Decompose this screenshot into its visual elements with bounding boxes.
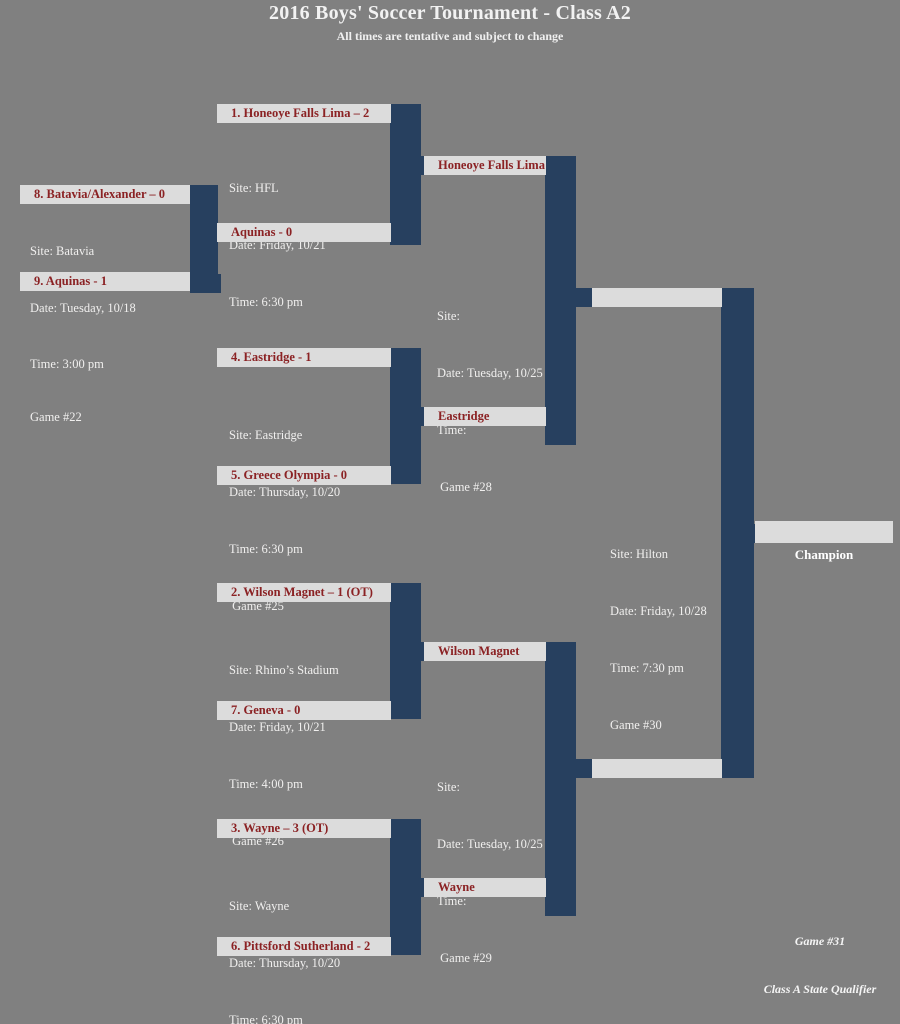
info-site: Site: bbox=[437, 309, 460, 323]
info-time: Time: 6:30 pm bbox=[229, 1013, 303, 1024]
info-game24: Site: HFL Date: Friday, 10/21 Time: 6:30… bbox=[229, 141, 326, 407]
slot-game27-top[interactable]: 3. Wayne – 3 (OT) bbox=[217, 819, 391, 838]
connector-game22-out bbox=[190, 274, 221, 293]
info-date: Date: Tuesday, 10/25 bbox=[437, 837, 543, 851]
champion-label: Champion bbox=[794, 547, 854, 562]
connector-game29-vertical bbox=[545, 642, 576, 916]
footer-qualifier: Class A State Qualifier bbox=[763, 982, 877, 996]
slot-game22-top[interactable]: 8. Batavia/Alexander – 0 bbox=[20, 185, 190, 204]
info-game: Game #29 bbox=[437, 951, 492, 965]
slot-game29-bottom[interactable]: Wayne bbox=[424, 878, 546, 897]
footer-game: Game #31 bbox=[794, 934, 846, 948]
info-date: Date: Friday, 10/21 bbox=[229, 720, 326, 734]
info-time: Time: 4:00 pm bbox=[229, 777, 303, 791]
slot-game22-bottom[interactable]: 9. Aquinas - 1 bbox=[20, 272, 190, 291]
info-game: Game #28 bbox=[437, 480, 492, 494]
page-subtitle: All times are tentative and subject to c… bbox=[336, 29, 564, 43]
slot-game25-bottom[interactable]: 5. Greece Olympia - 0 bbox=[217, 466, 391, 485]
info-game28: Site: Date: Tuesday, 10/25 Time: Game #2… bbox=[437, 269, 543, 535]
info-site: Site: Eastridge bbox=[229, 428, 303, 442]
slot-final-top[interactable] bbox=[592, 288, 722, 307]
info-date: Date: Thursday, 10/20 bbox=[229, 956, 341, 970]
slot-game26-top[interactable]: 2. Wilson Magnet – 1 (OT) bbox=[217, 583, 391, 602]
slot-game27-bottom[interactable]: 6. Pittsford Sutherland - 2 bbox=[217, 937, 391, 956]
info-game22: Site: Batavia Date: Tuesday, 10/18 Time:… bbox=[30, 204, 136, 463]
slot-game26-bottom[interactable]: 7. Geneva - 0 bbox=[217, 701, 391, 720]
info-site: Site: Batavia bbox=[30, 244, 95, 258]
info-game: Game #22 bbox=[30, 410, 82, 424]
info-site: Site: Hilton bbox=[610, 547, 668, 561]
slot-game28-top[interactable]: Honeoye Falls Lima bbox=[424, 156, 546, 175]
slot-game28-bottom[interactable]: Eastridge bbox=[424, 407, 546, 426]
info-time: Time: 7:30 pm bbox=[610, 661, 684, 675]
info-date: Date: Thursday, 10/20 bbox=[229, 485, 341, 499]
slot-champion[interactable] bbox=[755, 521, 893, 543]
slot-final-bottom[interactable] bbox=[592, 759, 722, 778]
info-game29: Site: Date: Tuesday, 10/25 Time: Game #2… bbox=[437, 740, 543, 1006]
info-site: Site: bbox=[437, 780, 460, 794]
info-site: Site: Wayne bbox=[229, 899, 290, 913]
bracket-canvas: 2016 Boys' Soccer Tournament - Class A2 … bbox=[0, 0, 900, 1024]
info-game30: Site: Hilton Date: Friday, 10/28 Time: 7… bbox=[610, 507, 707, 773]
slot-game24-top[interactable]: 1. Honeoye Falls Lima – 2 bbox=[217, 104, 391, 123]
page-title: 2016 Boys' Soccer Tournament - Class A2 bbox=[269, 2, 631, 24]
slot-game25-top[interactable]: 4. Eastridge - 1 bbox=[217, 348, 391, 367]
info-time: Time: 3:00 pm bbox=[30, 357, 104, 371]
slot-game24-bottom[interactable]: Aquinas - 0 bbox=[217, 223, 391, 242]
info-time: Time: 6:30 pm bbox=[229, 295, 303, 309]
info-date: Date: Tuesday, 10/25 bbox=[437, 366, 543, 380]
info-site: Site: HFL bbox=[229, 181, 279, 195]
info-game26: Site: Rhino’s Stadium Date: Friday, 10/2… bbox=[229, 623, 339, 889]
info-game25: Site: Eastridge Date: Thursday, 10/20 Ti… bbox=[229, 388, 340, 654]
state-qualifier-note: Game #31 Class A State Qualifier Date: T… bbox=[740, 901, 900, 1024]
info-site: Site: Rhino’s Stadium bbox=[229, 663, 339, 677]
info-time: Time: 6:30 pm bbox=[229, 542, 303, 556]
info-game: Game #30 bbox=[610, 718, 662, 732]
info-date: Date: Tuesday, 10/18 bbox=[30, 301, 136, 315]
info-date: Date: Friday, 10/28 bbox=[610, 604, 707, 618]
slot-game29-top[interactable]: Wilson Magnet bbox=[424, 642, 546, 661]
